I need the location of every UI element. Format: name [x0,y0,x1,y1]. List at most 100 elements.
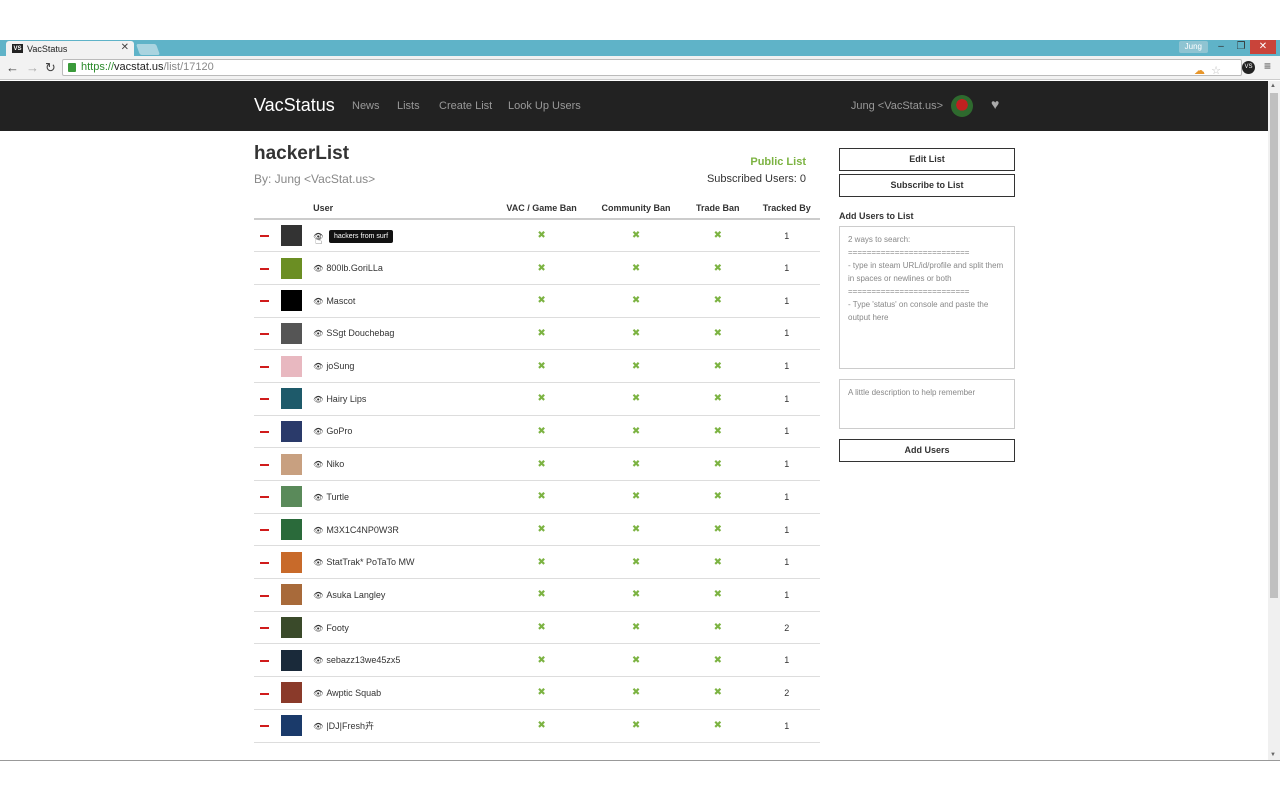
scrollbar-thumb[interactable] [1270,93,1278,598]
avatar[interactable] [281,551,303,573]
eye-icon[interactable]: 👁 [313,558,323,567]
avatar[interactable] [281,486,303,508]
remove-user-icon[interactable] [259,267,269,270]
remove-user-icon[interactable] [259,529,269,532]
avatar[interactable] [281,519,303,541]
remove-user-icon[interactable] [259,463,269,466]
remove-user-icon[interactable] [259,398,269,401]
extension-cloud-icon[interactable]: ☁ [1194,64,1205,79]
user-name-link[interactable]: Awptic Squab [326,688,381,698]
edit-list-button[interactable]: Edit List [839,148,1015,171]
user-name-link[interactable]: Asuka Langley [326,590,385,600]
bookmark-star-icon[interactable]: ☆ [1211,64,1221,79]
add-users-button[interactable]: Add Users [839,439,1015,462]
eye-icon[interactable]: 👁 [313,297,323,306]
user-cell: 👁 StatTrak* PoTaTo MW [309,545,494,580]
remove-user-icon[interactable] [259,725,269,728]
nav-link-create-list[interactable]: Create List [439,100,492,112]
url-field[interactable]: https://vacstat.us/list/17120 ☁ ☆ [62,59,1242,79]
nav-link-lists[interactable]: Lists [397,100,420,112]
user-name-link[interactable]: StatTrak* PoTaTo MW [326,557,414,567]
user-name-link[interactable]: Mascot [326,296,355,306]
scroll-down-icon[interactable]: ▼ [1270,752,1276,758]
remove-user-icon[interactable] [259,235,269,238]
avatar[interactable] [281,257,303,279]
eye-icon[interactable]: 👁 [313,460,323,469]
eye-icon[interactable]: 👁 [313,329,323,338]
avatar[interactable] [281,453,303,475]
search-textarea[interactable]: 2 ways to search: ======================… [839,226,1015,369]
menu-icon[interactable]: ≡ [1264,59,1271,73]
user-name-link[interactable]: Hairy Lips [326,394,366,404]
forward-arrow-icon[interactable]: → [26,60,39,75]
avatar[interactable] [281,649,303,671]
user-name-link[interactable]: Niko [326,459,344,469]
close-window-icon[interactable]: ✕ [1250,40,1276,54]
remove-user-icon[interactable] [259,659,269,662]
remove-user-icon[interactable] [259,365,269,368]
user-name-link[interactable]: SSgt Douchebag [326,328,394,338]
avatar[interactable] [951,95,973,117]
user-name-link[interactable]: Footy [326,623,349,633]
avatar[interactable] [281,617,303,639]
remove-user-icon[interactable] [259,300,269,303]
reload-icon[interactable]: ↻ [45,60,56,76]
user-name-link[interactable]: joSung [326,361,354,371]
url-scheme: https:// [81,61,115,73]
avatar[interactable] [281,682,303,704]
page-scrollbar[interactable]: ▲ ▼ [1268,81,1280,760]
eye-icon[interactable]: 👁 [313,526,323,535]
new-tab-button[interactable] [135,44,161,55]
description-textarea[interactable]: A little description to help remember [839,379,1015,429]
eye-icon[interactable]: 👁 [313,427,323,436]
back-arrow-icon[interactable]: ← [6,60,19,75]
nav-user-name[interactable]: Jung <VacStat.us> [851,100,943,112]
remove-user-icon[interactable] [259,333,269,336]
eye-icon[interactable]: 👁 [313,689,323,698]
avatar[interactable] [281,584,303,606]
user-name-link[interactable]: sebazz13we45zx5 [326,655,400,665]
minimize-icon[interactable]: – [1212,40,1230,54]
nav-link-look-up-users[interactable]: Look Up Users [508,100,581,112]
user-name-link[interactable]: 800lb.GoriLLa [326,263,383,273]
user-cell: 👁 joSung [309,349,494,383]
eye-icon[interactable]: 👁 [313,395,323,404]
remove-user-icon[interactable] [259,561,269,564]
browser-tab[interactable]: VS VacStatus ✕ [6,41,134,56]
maximize-icon[interactable]: ❐ [1232,40,1250,54]
eye-icon[interactable]: 👁 [313,591,323,600]
user-name-link[interactable]: Turtle [326,492,349,502]
user-name-link[interactable]: |DJ|Fresh卉 [326,721,374,731]
remove-user-icon[interactable] [259,594,269,597]
brand-logo[interactable]: VacStatus [254,95,335,116]
eye-icon[interactable]: 👁 [313,493,323,502]
avatar[interactable] [281,290,303,312]
tracked-by-cell: 1 [753,513,820,547]
remove-user-icon[interactable] [259,496,269,499]
remove-user-icon[interactable] [259,431,269,434]
avatar[interactable] [281,715,303,737]
eye-icon[interactable]: 👁 [313,264,323,273]
nav-link-news[interactable]: News [352,100,380,112]
avatar[interactable] [281,355,303,377]
avatar[interactable] [281,420,303,442]
eye-icon[interactable]: 👁 [313,722,323,731]
eye-icon[interactable]: 👁 [313,624,323,633]
avatar[interactable] [281,322,303,344]
scroll-up-icon[interactable]: ▲ [1270,83,1276,89]
tracked-by-cell: 1 [753,480,820,514]
user-name-link[interactable]: M3X1C4NP0W3R [326,525,399,535]
remove-user-icon[interactable] [259,627,269,630]
heart-icon[interactable]: ♥ [991,96,999,112]
vs-extension-icon[interactable]: VS [1242,61,1255,74]
close-tab-icon[interactable]: ✕ [121,42,129,53]
avatar[interactable] [281,225,303,247]
user-name-link[interactable]: GoPro [326,426,352,436]
profile-chip[interactable]: Jung [1178,41,1208,53]
community-ban-cell: ✖ [590,709,683,743]
eye-icon[interactable]: 👁 [313,656,323,665]
avatar[interactable] [281,388,303,410]
subscribe-button[interactable]: Subscribe to List [839,174,1015,197]
eye-icon[interactable]: 👁 [313,362,323,371]
remove-user-icon[interactable] [259,692,269,695]
